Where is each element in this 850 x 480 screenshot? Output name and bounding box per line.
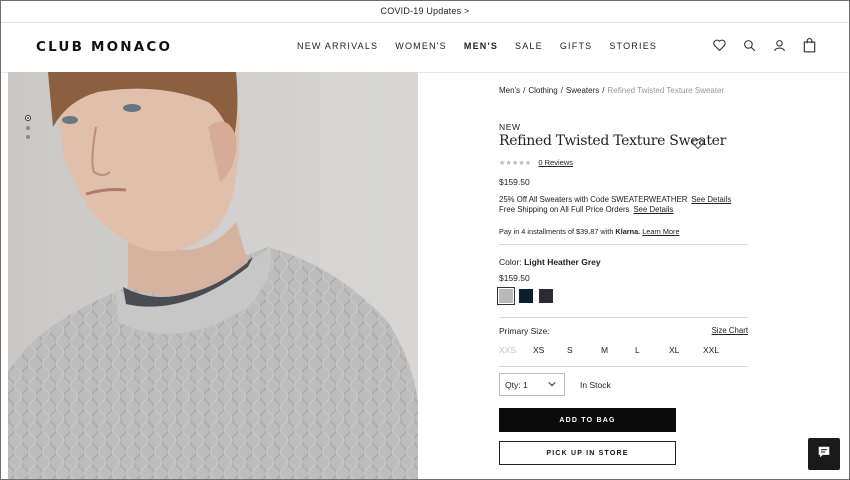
size-xs[interactable]: XS (533, 345, 567, 355)
color-label-row: Color: Light Heather Grey (499, 257, 601, 267)
product-price: $159.50 (499, 177, 530, 187)
breadcrumb-mens[interactable]: Men's (499, 86, 520, 95)
klarna-logo: Klarna. (615, 227, 641, 236)
chat-icon (817, 445, 831, 464)
promo-see-details-link[interactable]: See Details (691, 195, 731, 204)
quantity-select[interactable]: Qty: 1 (499, 373, 565, 396)
color-swatches (497, 287, 553, 305)
pick-up-in-store-button[interactable]: PICK UP IN STORE (499, 441, 676, 465)
logo[interactable]: CLUB MONACO (36, 39, 172, 55)
size-xxs[interactable]: XXS (499, 345, 533, 355)
wishlist-heart-icon[interactable] (692, 136, 705, 150)
divider (499, 244, 748, 245)
size-chart-link[interactable]: Size Chart (712, 326, 748, 335)
size-xxl[interactable]: XXL (703, 345, 737, 355)
add-to-bag-button[interactable]: ADD TO BAG (499, 408, 676, 432)
divider (499, 317, 748, 318)
size-xl[interactable]: XL (669, 345, 703, 355)
heart-icon[interactable] (712, 37, 726, 53)
divider (499, 366, 748, 367)
main-nav: NEW ARRIVALS WOMEN'S MEN'S SALE GIFTS ST… (297, 41, 674, 51)
nav-womens[interactable]: WOMEN'S (395, 41, 447, 51)
breadcrumb-current: Refined Twisted Texture Sweater (607, 86, 725, 95)
promo-bar: COVID-19 Updates > (0, 0, 850, 23)
nav-stories[interactable]: STORIES (609, 41, 657, 51)
search-icon[interactable] (742, 37, 756, 53)
reviews-link[interactable]: 0 Reviews (538, 158, 573, 167)
product-image[interactable] (8, 72, 418, 480)
size-options: XXS XS S M L XL XXL (499, 345, 737, 355)
shipping-line: Free Shipping on All Full Price Orders Se… (499, 205, 673, 214)
color-label: Color: (499, 257, 522, 267)
image-pagination (25, 115, 31, 139)
covid-updates-link[interactable]: COVID-19 Updates > (381, 6, 470, 16)
gallery-dot-1[interactable] (25, 115, 31, 121)
quantity-value: Qty: 1 (505, 379, 528, 390)
klarna-learn-more-link[interactable]: Learn More (642, 227, 679, 236)
gallery-dot-3[interactable] (26, 135, 30, 139)
gallery-dot-2[interactable] (26, 126, 30, 130)
nav-mens[interactable]: MEN'S (464, 41, 498, 51)
promo-line: 25% Off All Sweaters with Code SWEATERWE… (499, 195, 731, 204)
color-price: $159.50 (499, 273, 530, 283)
site-header: CLUB MONACO NEW ARRIVALS WOMEN'S MEN'S S… (0, 23, 850, 73)
breadcrumb-clothing[interactable]: Clothing (528, 86, 557, 95)
bag-icon[interactable] (802, 37, 816, 53)
new-badge: NEW (499, 122, 521, 132)
swatch-light-heather-grey[interactable] (497, 287, 515, 305)
nav-sale[interactable]: SALE (515, 41, 543, 51)
stock-status: In Stock (580, 380, 611, 390)
size-s[interactable]: S (567, 345, 601, 355)
chat-button[interactable] (808, 438, 840, 470)
rating-row: ★★★★★ 0 Reviews (499, 158, 573, 167)
breadcrumb: Men's / Clothing / Sweaters / Refined Twisted … (499, 86, 725, 95)
klarna-line: Pay in 4 installments of $39.87 with Kla… (499, 227, 680, 236)
star-rating: ★★★★★ (499, 159, 532, 167)
nav-new-arrivals[interactable]: NEW ARRIVALS (297, 41, 378, 51)
breadcrumb-sweaters[interactable]: Sweaters (566, 86, 599, 95)
shipping-see-details-link[interactable]: See Details (633, 205, 673, 214)
shipping-text: Free Shipping on All Full Price Orders (499, 205, 630, 214)
promo-text: 25% Off All Sweaters with Code SWEATERWE… (499, 195, 688, 204)
klarna-text: Pay in 4 installments of $39.87 with (499, 227, 614, 236)
swatch-navy[interactable] (519, 289, 533, 303)
selected-color-name: Light Heather Grey (524, 257, 601, 267)
size-label: Primary Size: (499, 326, 550, 336)
header-icons (712, 37, 816, 53)
account-icon[interactable] (772, 37, 786, 53)
nav-gifts[interactable]: GIFTS (560, 41, 593, 51)
chevron-down-icon (548, 380, 556, 388)
size-l[interactable]: L (635, 345, 669, 355)
swatch-charcoal[interactable] (539, 289, 553, 303)
size-m[interactable]: M (601, 345, 635, 355)
